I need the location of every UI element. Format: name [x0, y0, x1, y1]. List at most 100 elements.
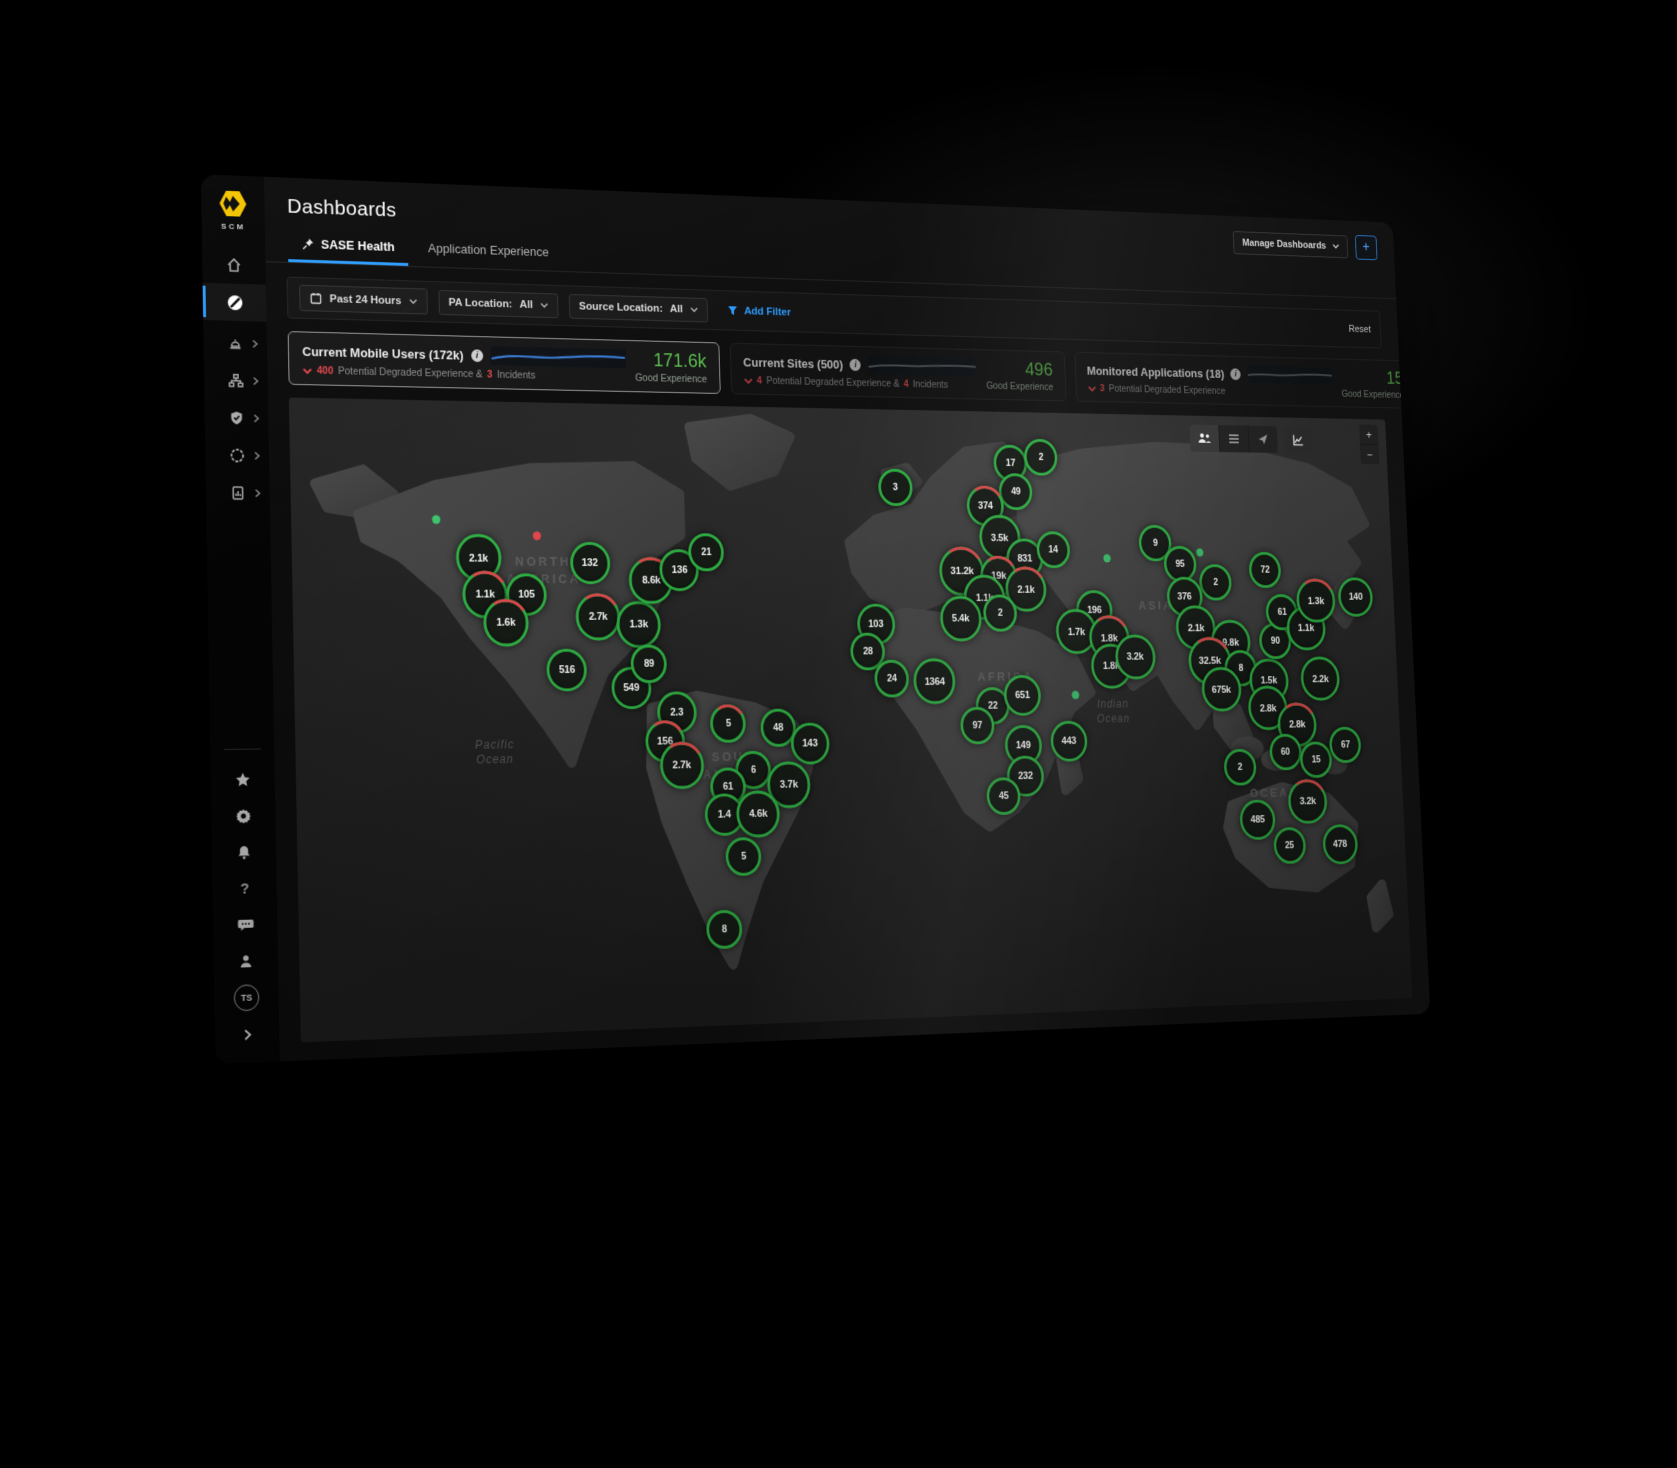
trend-down-icon [303, 367, 313, 374]
map-list-view-button[interactable] [1219, 425, 1249, 452]
tab-application-experience[interactable]: Application Experience [415, 233, 562, 271]
map-bubble[interactable]: 1.3k [616, 601, 661, 648]
info-icon[interactable]: i [1230, 368, 1241, 380]
map-bubble-layer: NORTH AMERICASOUTH AMERICAAFRICAASIAOCEA… [289, 397, 1413, 1042]
sparkline [1247, 365, 1334, 385]
map-bubble[interactable]: 45 [986, 777, 1021, 815]
main-area: Dashboards Manage Dashboards + SASE Heal… [264, 177, 1430, 1062]
info-icon[interactable]: i [471, 349, 483, 362]
sidebar-item-home[interactable] [202, 245, 266, 284]
card-subtext: 400 Potential Degraded Experience & 3 In… [303, 365, 627, 384]
users-icon [1197, 432, 1212, 445]
sidebar-item-dashboards[interactable] [203, 283, 267, 322]
help-icon: ? [240, 880, 249, 897]
sidebar-avatar[interactable]: TS [214, 978, 279, 1017]
zoom-out-button[interactable]: − [1360, 445, 1379, 465]
kpi-card-current-mobile-users[interactable]: Current Mobile Users (172k) i 400 Potent… [288, 331, 721, 394]
world-map[interactable]: NORTH AMERICASOUTH AMERICAAFRICAASIAOCEA… [289, 397, 1413, 1042]
map-bubble[interactable]: 443 [1050, 721, 1088, 762]
sidebar-item-workflows[interactable] [204, 361, 268, 400]
sidebar-item-help[interactable]: ? [212, 870, 277, 908]
pa-location-filter[interactable]: PA Location: All [438, 289, 558, 317]
map-bubble[interactable]: 485 [1239, 800, 1276, 841]
reset-filters-button[interactable]: Reset [1348, 323, 1371, 334]
map-users-view-button[interactable] [1190, 425, 1221, 452]
time-range-filter[interactable]: Past 24 Hours [299, 285, 428, 315]
map-bubble[interactable]: 478 [1322, 824, 1358, 865]
card-title: Current Mobile Users (172k) [302, 344, 464, 362]
list-icon [1228, 433, 1240, 444]
map-bubble[interactable]: 72 [1248, 552, 1281, 588]
sidebar-item-feedback[interactable] [213, 906, 278, 944]
map-bubble[interactable]: 3 [878, 468, 913, 506]
manage-dashboards-button[interactable]: Manage Dashboards [1233, 231, 1348, 258]
sidebar-item-user[interactable] [213, 942, 278, 981]
map-bubble[interactable]: 1.6k [483, 599, 529, 647]
chevron-down-icon [540, 302, 548, 308]
sidebar-item-notifications[interactable] [212, 833, 277, 871]
map-bubble[interactable]: 89 [631, 645, 668, 684]
map-bubble[interactable]: 2 [1223, 749, 1257, 786]
map-bubble[interactable]: 2 [983, 595, 1018, 632]
map-bubble[interactable]: 516 [546, 649, 587, 692]
map-bubble[interactable]: 67 [1329, 727, 1362, 763]
card-value-caption: Good Experience [986, 380, 1053, 392]
sidebar-nav-group [203, 324, 270, 512]
map-bubble[interactable]: 132 [569, 542, 610, 584]
map-bubble[interactable]: 2.7k [659, 741, 704, 789]
map-label: Pacific Ocean [465, 738, 525, 769]
map-bubble[interactable]: 143 [790, 723, 830, 765]
chevron-down-icon [409, 298, 417, 304]
sidebar-item-monitor[interactable] [205, 436, 269, 474]
card-subtext: 3 Potential Degraded Experience [1087, 383, 1334, 399]
zoom-in-button[interactable]: + [1359, 424, 1378, 445]
map-bubble[interactable]: 24 [874, 660, 909, 698]
map-bubble[interactable]: 14 [1036, 531, 1070, 568]
map-bubble[interactable]: 2.2k [1300, 657, 1340, 701]
info-icon[interactable]: i [850, 358, 861, 370]
map-bubble[interactable]: 2 [1024, 438, 1058, 475]
kpi-card-current-sites[interactable]: Current Sites (500) i 4 Potential Degrad… [730, 343, 1067, 402]
map-bubble[interactable]: 1364 [913, 658, 956, 704]
add-filter-button[interactable]: Add Filter [727, 304, 791, 318]
bell-icon [235, 843, 253, 862]
map-bubble[interactable]: 5 [710, 704, 746, 743]
map-bubble[interactable]: 3.2k [1287, 779, 1328, 824]
kpi-card-monitored-applications[interactable]: Monitored Applications (18) i 3 Potentia… [1074, 352, 1416, 409]
map-bubble[interactable]: 651 [1003, 675, 1041, 716]
sidebar-bottom-group: ? TS [210, 738, 280, 1054]
sidebar-item-favorites[interactable] [210, 761, 275, 798]
tab-sase-health[interactable]: SASE Health [288, 228, 408, 266]
map-bubble[interactable]: 5.4k [939, 596, 982, 642]
sparkline [490, 346, 626, 368]
brand-logo-icon [216, 187, 249, 221]
map-bubble[interactable]: 3.2k [1114, 634, 1156, 679]
card-subtext: 4 Potential Degraded Experience & 4 Inci… [744, 375, 979, 391]
map-bubble[interactable]: 15 [1299, 742, 1332, 779]
map-bubble[interactable]: 2.7k [575, 593, 621, 640]
dotted-circle-icon [228, 447, 246, 465]
sidebar-expand[interactable] [215, 1015, 280, 1054]
add-dashboard-button[interactable]: + [1355, 235, 1378, 260]
map-bubble[interactable]: 140 [1338, 577, 1374, 616]
map-bubble[interactable]: 2 [1199, 564, 1233, 600]
map-controls [1190, 425, 1313, 454]
sidebar-item-incidents-alerts[interactable] [203, 324, 267, 363]
sidebar-divider [224, 749, 261, 750]
map-chart-view-button[interactable] [1283, 426, 1312, 453]
map-locate-button[interactable] [1248, 426, 1278, 453]
star-icon [234, 771, 252, 789]
map-bubble[interactable]: 25 [1273, 827, 1306, 864]
titlebar-actions: Manage Dashboards + [1233, 230, 1377, 260]
map-bubble[interactable]: 97 [960, 707, 995, 745]
map-bubble[interactable]: 5 [725, 837, 762, 876]
card-value-caption: Good Experience [635, 372, 707, 385]
sidebar-item-security[interactable] [204, 399, 268, 438]
map-bubble[interactable]: 21 [688, 533, 724, 571]
sidebar-item-reports[interactable] [206, 474, 270, 512]
map-bubble[interactable]: 8 [706, 909, 743, 949]
source-location-filter[interactable]: Source Location: All [569, 293, 708, 322]
map-status-dot [432, 515, 441, 524]
sidebar-item-settings[interactable] [211, 797, 276, 834]
map-bubble[interactable]: 4.6k [736, 790, 781, 838]
